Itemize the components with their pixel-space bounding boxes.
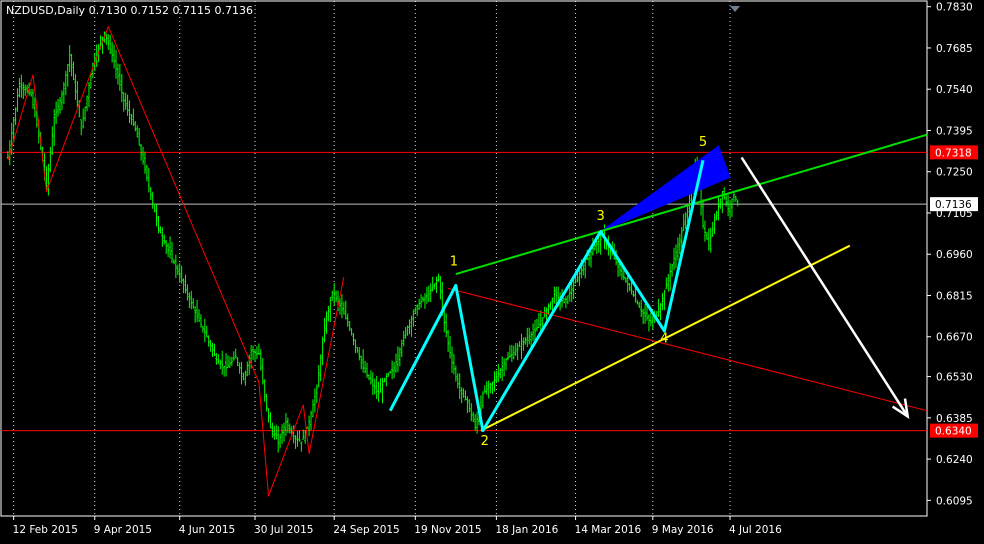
date-tick-label: 24 Sep 2015 bbox=[333, 524, 400, 536]
wave-label-2: 2 bbox=[481, 434, 489, 449]
price-tick-label: 0.6670 bbox=[936, 332, 973, 344]
date-tick-label: 19 Nov 2015 bbox=[414, 524, 481, 536]
date-tick-label: 9 Apr 2015 bbox=[94, 524, 152, 536]
wave-label-4: 4 bbox=[660, 331, 668, 346]
price-tick-label: 0.7395 bbox=[936, 125, 973, 137]
current-price-label: 0.7136 bbox=[935, 199, 972, 211]
price-tick-label: 0.6530 bbox=[936, 372, 973, 384]
chart-background bbox=[0, 0, 984, 544]
date-tick-label: 14 Mar 2016 bbox=[575, 524, 642, 536]
price-tick-label: 0.7250 bbox=[936, 167, 973, 179]
price-tick-label: 0.7540 bbox=[936, 84, 973, 96]
date-tick-label: 12 Feb 2015 bbox=[13, 524, 78, 536]
price-tick-label: 0.6815 bbox=[936, 290, 973, 302]
price-tick-label: 0.6240 bbox=[936, 454, 973, 466]
date-tick-label: 4 Jul 2016 bbox=[729, 524, 782, 536]
level-price-label: 0.6340 bbox=[935, 426, 972, 438]
wave-label-5: 5 bbox=[699, 135, 707, 150]
chart-title: NZDUSD,Daily 0.7130 0.7152 0.7115 0.7136 bbox=[6, 4, 253, 17]
date-tick-label: 9 May 2016 bbox=[652, 524, 714, 536]
date-tick-label: 30 Jul 2015 bbox=[254, 524, 313, 536]
price-tick-label: 0.6095 bbox=[936, 495, 973, 507]
price-tick-label: 0.7830 bbox=[936, 2, 973, 14]
wave-label-3: 3 bbox=[597, 209, 605, 224]
price-chart[interactable]: 1 2 3 4 5 0.7830 0.7685 0.7540 0.7395 0.7250 0.71… bbox=[0, 0, 984, 544]
date-tick-label: 18 Jan 2016 bbox=[495, 524, 558, 536]
chart-window: 1 2 3 4 5 0.7830 0.7685 0.7540 0.7395 0.7250 0.71… bbox=[0, 0, 984, 544]
date-tick-label: 4 Jun 2015 bbox=[179, 524, 235, 536]
price-tick-label: 0.6385 bbox=[936, 413, 973, 425]
level-price-label: 0.7318 bbox=[935, 147, 972, 159]
price-tick-label: 0.7685 bbox=[936, 43, 973, 55]
price-tick-label: 0.6960 bbox=[936, 249, 973, 261]
wave-label-1: 1 bbox=[450, 255, 458, 270]
